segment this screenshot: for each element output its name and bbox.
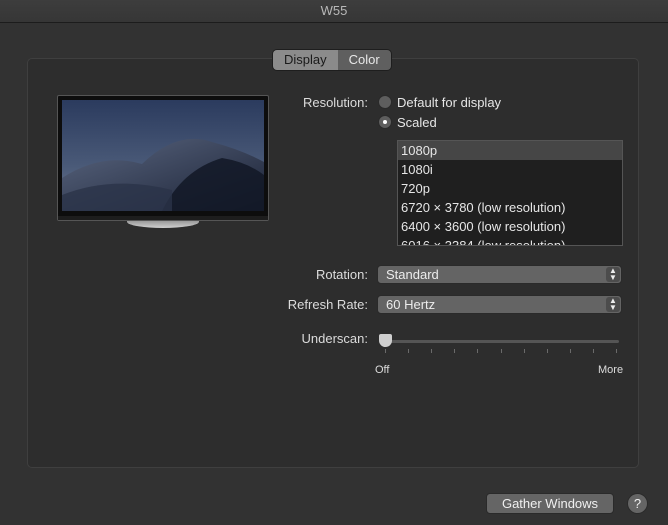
tab-control: Display Color [272, 49, 392, 71]
tab-display[interactable]: Display [273, 50, 338, 70]
desktop-wallpaper [62, 100, 264, 211]
refresh-rate-value: 60 Hertz [386, 297, 436, 312]
slider-tick [477, 349, 479, 353]
slider-tick [523, 349, 525, 353]
list-item[interactable]: 6720 × 3780 (low resolution) [398, 198, 622, 217]
up-down-chevron-icon: ▲ ▼ [606, 267, 620, 282]
slider-tick [569, 349, 571, 353]
slider-tick [454, 349, 456, 353]
underscan-slider-thumb[interactable] [379, 334, 392, 347]
radio-default-for-display[interactable] [378, 95, 392, 109]
radio-default-for-display-label[interactable]: Default for display [397, 95, 501, 110]
list-item[interactable]: 1080p [398, 141, 622, 160]
slider-tick [616, 349, 617, 353]
resolution-list[interactable]: 1080p 1080i 720p 6720 × 3780 (low resolu… [397, 140, 623, 246]
display-preview [57, 95, 269, 221]
slider-tick [546, 349, 548, 353]
rotation-value: Standard [386, 267, 439, 282]
refresh-rate-label: Refresh Rate: [287, 297, 368, 312]
underscan-max-label: More [598, 364, 624, 376]
question-mark-icon[interactable]: ? [627, 493, 648, 514]
underscan-label: Underscan: [301, 331, 368, 346]
refresh-rate-popup[interactable]: 60 Hertz ▲ ▼ [377, 295, 622, 314]
underscan-slider-track[interactable] [382, 340, 619, 343]
rotation-popup[interactable]: Standard ▲ ▼ [377, 265, 622, 284]
list-item[interactable]: 720p [398, 179, 622, 198]
resolution-label: Resolution: [302, 95, 368, 110]
slider-tick [385, 349, 386, 353]
list-item[interactable]: 6016 × 3384 (low resolution) [398, 236, 622, 245]
list-item[interactable]: 6400 × 3600 (low resolution) [398, 217, 622, 236]
slider-tick [431, 349, 433, 353]
slider-tick [592, 349, 594, 353]
slider-tick [500, 349, 502, 353]
up-down-chevron-icon: ▲ ▼ [606, 297, 620, 312]
radio-scaled-label[interactable]: Scaled [397, 115, 437, 130]
underscan-min-label: Off [375, 364, 390, 376]
list-item[interactable]: 1080i [398, 160, 622, 179]
gather-windows-button[interactable]: Gather Windows [486, 493, 614, 514]
slider-tick [408, 349, 410, 353]
tab-color[interactable]: Color [337, 50, 391, 70]
window-title: W55 [0, 0, 668, 23]
rotation-label: Rotation: [315, 267, 368, 282]
radio-scaled[interactable] [378, 115, 392, 129]
